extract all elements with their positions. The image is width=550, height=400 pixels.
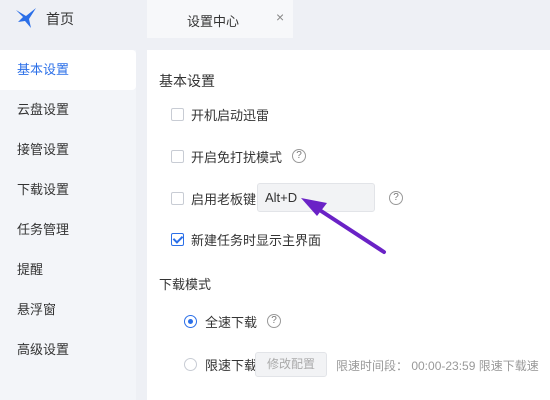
boss-key-label: 启用老板键	[191, 191, 257, 207]
settings-panel: 基本设置 开机启动迅雷 开启免打扰模式 ? 启用老板键 Alt+D ? 新建任务…	[147, 50, 550, 400]
autostart-checkbox[interactable]	[171, 107, 184, 121]
show-main-option[interactable]: 新建任务时显示主界面	[171, 230, 321, 248]
sidebar-item-reminder[interactable]: 提醒	[0, 250, 136, 290]
tab-settings-center[interactable]: 设置中心 ×	[147, 0, 293, 38]
show-main-label: 新建任务时显示主界面	[191, 232, 322, 248]
speed-limit-period-text: 限速时间段： 00:00-23:59 限速下载速	[336, 359, 539, 373]
boss-key-option[interactable]: 启用老板键	[171, 189, 256, 207]
download-mode-title: 下载模式	[159, 277, 212, 292]
home-tab[interactable]: 首页	[46, 9, 74, 29]
sidebar-item-download[interactable]: 下载设置	[0, 170, 136, 210]
autostart-option[interactable]: 开机启动迅雷	[171, 105, 269, 123]
modify-config-button[interactable]: 修改配置	[255, 352, 327, 377]
sidebar-item-advanced[interactable]: 高级设置	[0, 330, 136, 370]
limited-speed-label: 限速下载	[205, 357, 258, 373]
boss-key-hotkey-field[interactable]: Alt+D	[257, 183, 375, 212]
full-speed-option[interactable]: 全速下载 ?	[184, 312, 282, 330]
autostart-label: 开机启动迅雷	[191, 107, 270, 123]
sidebar-item-cloud[interactable]: 云盘设置	[0, 90, 136, 130]
sidebar-item-tasks[interactable]: 任务管理	[0, 210, 136, 250]
boss-key-checkbox[interactable]	[171, 191, 184, 205]
show-main-checkbox[interactable]	[171, 232, 184, 246]
section-title: 基本设置	[159, 73, 215, 89]
help-icon[interactable]: ?	[389, 191, 403, 205]
close-icon[interactable]: ×	[276, 9, 284, 25]
sidebar-item-takeover[interactable]: 接管设置	[0, 130, 136, 170]
limited-speed-radio[interactable]	[184, 357, 197, 371]
sidebar-item-floating-window[interactable]: 悬浮窗	[0, 290, 136, 330]
dnd-label: 开启免打扰模式	[191, 149, 283, 165]
dnd-checkbox[interactable]	[171, 149, 184, 163]
limited-speed-option[interactable]: 限速下载	[184, 355, 257, 373]
sidebar-item-basic[interactable]: 基本设置	[0, 50, 136, 90]
settings-sidebar: 基本设置 云盘设置 接管设置 下载设置 任务管理 提醒 悬浮窗 高级设置	[0, 50, 136, 400]
tab-settings-label: 设置中心	[187, 14, 240, 29]
help-icon[interactable]: ?	[267, 314, 282, 328]
xunlei-logo-icon[interactable]	[14, 7, 38, 29]
full-speed-label: 全速下载	[205, 314, 258, 330]
help-icon[interactable]: ?	[292, 149, 307, 163]
top-bar: 首页 设置中心 ×	[0, 0, 550, 38]
dnd-option[interactable]: 开启免打扰模式 ?	[171, 147, 307, 165]
full-speed-radio[interactable]	[184, 314, 197, 328]
